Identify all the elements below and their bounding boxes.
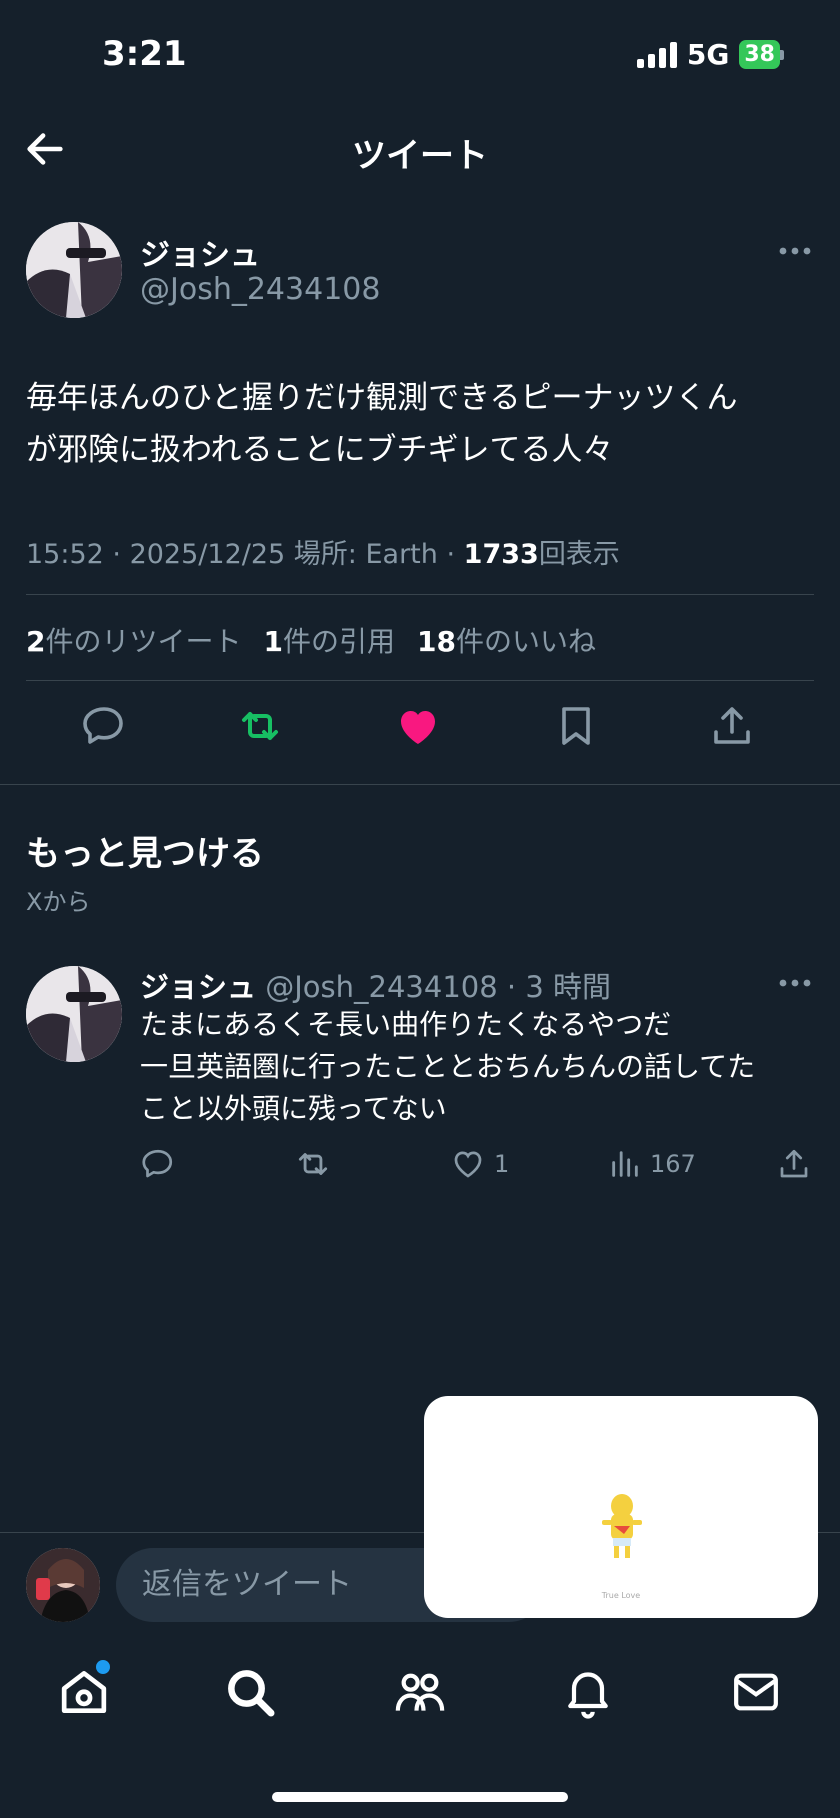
- floating-video-player[interactable]: True Love: [424, 1396, 818, 1618]
- share-icon: [780, 1149, 808, 1178]
- retweet-icon[interactable]: [236, 702, 284, 750]
- discover-tweet-text: たまにあるくそ長い曲作りたくなるやつだ 一旦英語圏に行ったこととおちんちんの話し…: [140, 1004, 820, 1130]
- tweet-stats: 2件のリツイート 1件の引用 18件のいいね: [26, 620, 596, 660]
- tweet-meta: 15:52 · 2025/12/25 場所: Earth · 1733回表示: [26, 539, 620, 570]
- status-indicators: 5G 38: [636, 38, 784, 71]
- tweet-location: 場所: Earth: [293, 539, 438, 570]
- discover-tweet-header: ジョシュ @Josh_2434108 · 3 時間: [140, 970, 612, 1004]
- section-divider: [0, 784, 840, 785]
- views-label: 回表示: [538, 539, 620, 570]
- tweet-time-ago: 3 時間: [525, 970, 612, 1004]
- notification-dot: [96, 1660, 110, 1674]
- signal-icon: [636, 41, 677, 68]
- author-handle[interactable]: @Josh_2434108: [265, 970, 497, 1004]
- tweet-text-line: たまにあるくそ長い曲作りたくなるやつだ: [140, 1008, 672, 1041]
- author-name[interactable]: ジョシュ: [140, 230, 260, 274]
- views-button[interactable]: 167: [608, 1144, 696, 1184]
- quotes-stat[interactable]: 1件の引用: [264, 620, 396, 660]
- retweet-button[interactable]: [294, 1144, 332, 1184]
- video-caption: True Love: [601, 1591, 641, 1600]
- search-icon[interactable]: [222, 1664, 278, 1720]
- share-icon[interactable]: [708, 702, 756, 750]
- page-title: ツイート: [352, 136, 488, 176]
- messages-icon[interactable]: [728, 1664, 784, 1720]
- tweet-text-line: 毎年ほんのひと握りだけ観測できるピーナッツくん: [26, 380, 738, 416]
- home-indicator: [272, 1792, 568, 1802]
- views-count: 167: [650, 1150, 696, 1178]
- avatar[interactable]: [26, 222, 122, 318]
- tweet-time[interactable]: 15:52: [26, 539, 104, 570]
- discover-title: もっと見つける: [26, 834, 264, 874]
- character-figure: [602, 1494, 642, 1558]
- notifications-icon[interactable]: [560, 1664, 616, 1720]
- bookmark-icon[interactable]: [552, 702, 600, 750]
- battery-icon: 38: [739, 40, 784, 69]
- communities-icon[interactable]: [392, 1664, 448, 1720]
- battery-level: 38: [739, 40, 780, 69]
- likes-stat[interactable]: 18件のいいね: [417, 620, 596, 660]
- tweet-text-line: が邪険に扱われることにブチギレてる人々: [26, 432, 614, 468]
- views-icon: [612, 1151, 638, 1177]
- like-icon: [454, 1151, 482, 1178]
- discover-subtitle: Xから: [26, 888, 91, 916]
- like-icon[interactable]: [394, 702, 442, 750]
- divider: [26, 594, 814, 595]
- author-name[interactable]: ジョシュ: [140, 970, 256, 1004]
- tweet-date[interactable]: 2025/12/25: [130, 539, 286, 570]
- tweet-text: 毎年ほんのひと握りだけ観測できるピーナッツくん が邪険に扱われることにブチギレて…: [26, 372, 816, 476]
- tweet-text-line: 一旦英語圏に行ったこととおちんちんの話してた: [140, 1050, 756, 1083]
- status-time: 3:21: [102, 34, 187, 74]
- share-button[interactable]: [776, 1144, 812, 1184]
- my-avatar[interactable]: [26, 1548, 100, 1622]
- retweet-icon: [298, 1153, 328, 1175]
- author-handle[interactable]: @Josh_2434108: [140, 272, 380, 307]
- like-button[interactable]: 1: [450, 1144, 509, 1184]
- divider: [26, 680, 814, 681]
- like-count: 1: [494, 1150, 510, 1178]
- reply-icon[interactable]: [80, 702, 128, 750]
- avatar[interactable]: [26, 966, 122, 1062]
- views-count: 1733: [463, 539, 539, 570]
- retweets-stat[interactable]: 2件のリツイート: [26, 620, 242, 660]
- network-type: 5G: [686, 38, 730, 71]
- reply-button[interactable]: [140, 1144, 176, 1184]
- reply-icon: [142, 1149, 173, 1178]
- tweet-text-line: こと以外頭に残ってない: [140, 1092, 447, 1125]
- more-icon[interactable]: [778, 246, 812, 256]
- more-icon[interactable]: [778, 978, 812, 988]
